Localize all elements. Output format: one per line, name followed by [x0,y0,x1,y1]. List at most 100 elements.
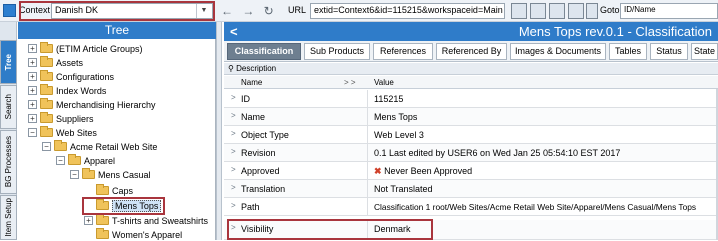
tab-references[interactable]: References [373,43,433,60]
tree-node[interactable]: − Mens Casual [70,168,151,181]
description-bar: ⚲ Description [224,63,718,75]
tab-referenced-by[interactable]: Referenced By [436,43,507,60]
tab-classification[interactable]: Classification [227,43,301,60]
table-row[interactable]: > Revision 0.1 Last edited by USER6 on Wed… [224,144,718,162]
tree-node[interactable]: + Index Words [28,84,106,97]
column-header: Name > > Value [224,76,718,89]
chevron-right-icon: > [231,111,236,120]
tab-status[interactable]: Status [650,43,688,60]
name-column-header[interactable]: Name [241,78,262,87]
tree-node-label: Assets [56,57,84,68]
approved-value: Never Been Approved [384,166,473,176]
tab-label: Tree [4,53,13,71]
tree-node[interactable]: − Web Sites [28,126,97,139]
url-field[interactable]: extid=Context6&id=115215&workspaceid=Mai… [310,3,505,19]
folder-icon [40,112,53,123]
row-value: Web Level 3 [374,130,424,140]
grid-icon[interactable] [511,3,527,19]
layout-icon[interactable] [549,3,565,19]
collapse-icon[interactable]: − [28,128,37,137]
tree-node-label: T-shirts and Sweatshirts [112,215,209,226]
tab-label: BG Processes [4,136,13,188]
folder-icon [82,168,95,179]
expand-icon[interactable]: + [28,58,37,67]
panel-icon[interactable] [568,3,584,19]
url-label: URL [288,5,307,15]
tab-tables[interactable]: Tables [609,43,647,60]
window-icon[interactable] [530,3,546,19]
folder-icon [40,126,53,137]
tree-node-label: Acme Retail Web Site [70,141,158,152]
collapse-icon[interactable]: − [42,142,51,151]
navigation-icons[interactable]: ← → ↻ [221,4,277,18]
chevron-right-icon: > [231,165,236,174]
row-name: Object Type [241,130,289,140]
tab-tree[interactable]: Tree [0,40,17,84]
pin-icon: ⚲ [228,64,234,73]
tab-bg-processes[interactable]: BG Processes [0,130,17,194]
tab-images-documents[interactable]: Images & Documents [510,43,606,60]
tab-label: Item Setup [4,198,13,237]
selection-highlight [82,197,165,215]
tree-node[interactable]: Caps [84,184,133,197]
tree-node-label: Mens Casual [98,169,151,180]
details-title: Mens Tops rev.0.1 - Classification [518,24,712,39]
folder-icon [40,70,53,81]
tree-node-label: Index Words [56,85,107,96]
table-row[interactable]: > Translation Not Translated [224,180,718,198]
tree-node[interactable]: Women's Apparel [84,228,182,241]
row-name: Name [241,112,266,122]
folder-icon [96,228,109,239]
value-column-header[interactable]: Value [374,78,394,87]
collapse-icon[interactable]: − [70,170,79,179]
expand-icon[interactable]: + [84,216,93,225]
tree-node-label: Web Sites [56,127,97,138]
collapse-icon[interactable]: − [56,156,65,165]
expand-icon[interactable]: + [28,114,37,123]
back-icon[interactable]: < [230,24,238,39]
tree-node[interactable]: + T-shirts and Sweatshirts [84,214,208,227]
expand-icon[interactable]: + [28,100,37,109]
tree-node[interactable]: + Configurations [28,70,114,83]
row-value: Mens Tops [374,112,418,122]
folder-icon [96,184,109,195]
panel-splitter[interactable] [216,22,222,240]
expand-icon[interactable]: + [28,72,37,81]
tab-state[interactable]: State [691,43,718,60]
tree-node-label: Suppliers [56,113,94,124]
tree-node[interactable]: − Acme Retail Web Site [42,140,157,153]
details-tab-bar: Classification Sub Products References R… [224,41,718,62]
table-row[interactable]: > Object Type Web Level 3 [224,126,718,144]
tree-node[interactable]: + Suppliers [28,112,94,125]
expand-icon[interactable]: + [28,86,37,95]
tab-item-setup[interactable]: Item Setup [0,195,17,240]
tree-node[interactable]: + Merchandising Hierarchy [28,98,156,111]
error-icon: ✖ [374,166,382,176]
chevron-right-icon: > [231,93,236,102]
folder-icon [40,84,53,95]
tab-search[interactable]: Search [0,85,17,129]
folder-icon [40,42,53,53]
details-header: < Mens Tops rev.0.1 - Classification [224,22,718,41]
tab-sub-products[interactable]: Sub Products [304,43,370,60]
tree-node[interactable]: + (ETIM Article Groups) [28,42,143,55]
goto-icon[interactable] [586,3,598,19]
tree-node-label: Merchandising Hierarchy [56,99,156,110]
table-row[interactable]: > Name Mens Tops [224,108,718,126]
tree-node-label: Caps [112,185,134,196]
table-row[interactable]: > Approved ✖ Never Been Approved [224,162,718,180]
column-arrows[interactable]: > > [344,78,356,87]
tree-node[interactable]: − Apparel [56,154,115,167]
folder-icon [54,140,67,151]
tree-node-label: Women's Apparel [112,229,183,240]
table-row[interactable]: > Path Classification 1 root/Web Sites/Acm… [224,198,718,216]
table-row[interactable]: > ID 115215 [224,90,718,108]
tree-header: Tree [18,22,216,39]
expand-icon[interactable]: + [28,44,37,53]
row-name: Translation [241,184,286,194]
context-icon [3,4,16,17]
chevron-right-icon: > [231,183,236,192]
tree-node[interactable]: + Assets [28,56,83,69]
goto-field[interactable]: ID/Name [620,3,718,19]
chevron-right-icon: > [231,129,236,138]
